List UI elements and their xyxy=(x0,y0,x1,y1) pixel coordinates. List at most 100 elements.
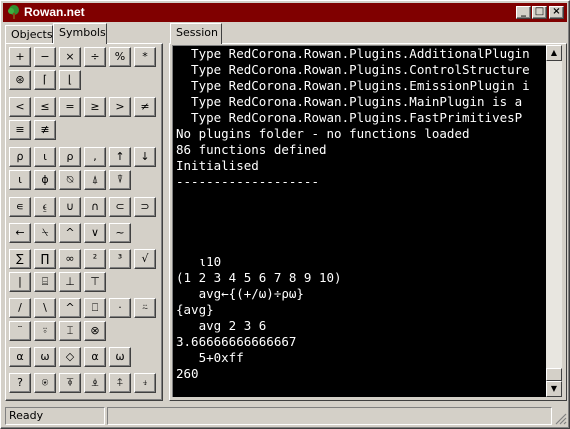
symbol-button[interactable]: ρ xyxy=(59,147,81,167)
tab-symbols[interactable]: Symbols xyxy=(53,23,107,44)
symbol-button[interactable]: ↓ xyxy=(134,147,156,167)
title-bar[interactable]: Rowan.net _ □ × xyxy=(3,3,567,22)
scroll-down-arrow-icon[interactable]: ▼ xyxy=(546,381,562,397)
symbol-button[interactable]: ⊂ xyxy=(109,197,131,217)
symbol-button[interactable]: | xyxy=(9,272,31,292)
symbol-button[interactable]: ← xyxy=(9,223,31,243)
console-line: Type RedCorona.Rowan.Plugins.MainPlugin … xyxy=(176,94,523,109)
symbol-button[interactable]: √ xyxy=(134,249,156,269)
symbol-button[interactable]: + xyxy=(9,47,31,67)
symbol-button[interactable]: ⍎ xyxy=(84,373,106,393)
scroll-up-arrow-icon[interactable]: ▲ xyxy=(546,45,562,61)
symbol-button[interactable]: ⌶ xyxy=(59,321,81,341)
symbol-button[interactable]: ≤ xyxy=(34,97,56,117)
symbol-button[interactable]: ⍕ xyxy=(59,373,81,393)
console-line: {avg} xyxy=(176,302,214,317)
symbol-button[interactable]: ≠ xyxy=(134,97,156,117)
symbol-button[interactable]: ~ xyxy=(109,223,131,243)
symbol-button[interactable]: ⍨ xyxy=(134,298,156,318)
symbol-button[interactable]: ω xyxy=(34,347,56,367)
console-scrollbar[interactable]: ▲ ▼ xyxy=(546,45,562,397)
status-text: Ready xyxy=(5,407,105,425)
symbol-button[interactable]: ↑ xyxy=(109,147,131,167)
symbol-button[interactable]: ⍤ xyxy=(34,321,56,341)
maximize-button[interactable]: □ xyxy=(532,6,547,19)
symbol-button[interactable]: ⍷ xyxy=(34,197,56,217)
close-button[interactable]: × xyxy=(549,6,564,19)
symbol-button[interactable]: α xyxy=(9,347,31,367)
symbol-button[interactable]: ϕ xyxy=(34,170,56,190)
symbol-button[interactable]: ≡ xyxy=(9,120,31,140)
symbol-button[interactable]: ∨ xyxy=(84,223,106,243)
tab-session[interactable]: Session xyxy=(170,23,222,44)
symbol-button[interactable]: ⍟ xyxy=(34,373,56,393)
tab-objects[interactable]: Objects xyxy=(5,25,53,44)
symbol-button[interactable]: ÷ xyxy=(84,47,106,67)
symbol-button[interactable]: ⍳ xyxy=(9,170,31,190)
symbol-button[interactable]: ⊥ xyxy=(59,272,81,292)
symbol-button[interactable]: ∞ xyxy=(59,249,81,269)
console-line: ------------------- xyxy=(176,174,319,189)
symbol-button[interactable]: ⍴ xyxy=(9,147,31,167)
symbol-button[interactable]: ∊ xyxy=(9,197,31,217)
symbol-button[interactable]: > xyxy=(109,97,131,117)
symbol-button[interactable]: ⌈ xyxy=(34,70,56,90)
symbol-button[interactable]: ⍀ xyxy=(34,223,56,243)
symbol-button[interactable]: ∑ xyxy=(9,249,31,269)
symbol-button[interactable]: ¨ xyxy=(9,321,31,341)
symbol-button[interactable]: ⍒ xyxy=(109,170,131,190)
symbol-button[interactable]: % xyxy=(109,47,131,67)
console-line: Type RedCorona.Rowan.Plugins.FastPrimiti… xyxy=(176,110,523,125)
session-console[interactable]: Type RedCorona.Rowan.Plugins.AdditionalP… xyxy=(172,45,546,397)
symbol-button[interactable]: ∪ xyxy=(59,197,81,217)
symbol-button[interactable]: ^ xyxy=(59,223,81,243)
symbol-button[interactable]: < xyxy=(9,97,31,117)
symbol-button[interactable]: ∩ xyxy=(84,197,106,217)
symbol-button[interactable]: ⊤ xyxy=(84,272,106,292)
symbol-button[interactable]: ⍺ xyxy=(84,347,106,367)
symbol-button[interactable]: ⍏ xyxy=(109,373,131,393)
console-line: ι10 xyxy=(176,254,222,269)
status-bar: Ready xyxy=(3,405,567,426)
symbol-button[interactable]: ⍖ xyxy=(134,373,156,393)
symbol-button[interactable]: ◇ xyxy=(59,347,81,367)
symbol-button[interactable]: ? xyxy=(9,373,31,393)
symbol-button[interactable]: ⊃ xyxy=(134,197,156,217)
console-line: 260 xyxy=(176,366,199,381)
symbol-button[interactable]: ^ xyxy=(59,298,81,318)
symbol-button[interactable]: / xyxy=(9,298,31,318)
symbol-button[interactable]: * xyxy=(134,47,156,67)
symbol-button[interactable]: ⍋ xyxy=(84,170,106,190)
minimize-button[interactable]: _ xyxy=(516,6,531,19)
console-line: 5+0xff xyxy=(176,350,244,365)
symbol-button[interactable]: − xyxy=(34,47,56,67)
symbol-button[interactable]: ≢ xyxy=(34,120,56,140)
symbol-button[interactable]: ⌊ xyxy=(59,70,81,90)
symbol-button[interactable]: ⍵ xyxy=(109,347,131,367)
console-line: Initialised xyxy=(176,158,259,173)
symbol-button[interactable]: ⍳ xyxy=(34,147,56,167)
symbol-button[interactable]: , xyxy=(84,147,106,167)
symbol-button[interactable]: ∏ xyxy=(34,249,56,269)
symbol-button[interactable]: × xyxy=(59,47,81,67)
console-line: Type RedCorona.Rowan.Plugins.AdditionalP… xyxy=(176,46,530,61)
symbol-button[interactable]: \ xyxy=(34,298,56,318)
console-line: Type RedCorona.Rowan.Plugins.ControlStru… xyxy=(176,62,530,77)
console-line: (1 2 3 4 5 6 7 8 9 10) xyxy=(176,270,342,285)
symbol-button[interactable]: ⌸ xyxy=(34,272,56,292)
symbol-button[interactable]: · xyxy=(109,298,131,318)
symbol-button[interactable]: = xyxy=(59,97,81,117)
resize-grip-icon[interactable] xyxy=(555,413,567,425)
symbol-button[interactable]: ⍉ xyxy=(59,170,81,190)
console-line: 86 functions defined xyxy=(176,142,327,157)
symbol-button[interactable]: ⎕ xyxy=(84,298,106,318)
scroll-thumb[interactable] xyxy=(546,368,562,381)
symbol-button[interactable]: ⊗ xyxy=(84,321,106,341)
symbol-button[interactable]: ≥ xyxy=(84,97,106,117)
console-line: Type RedCorona.Rowan.Plugins.EmissionPlu… xyxy=(176,78,530,93)
symbol-button[interactable]: ³ xyxy=(109,249,131,269)
symbol-button[interactable]: ² xyxy=(84,249,106,269)
main-window: Rowan.net _ □ × Objects Symbols Session … xyxy=(0,0,570,429)
symbol-button[interactable]: ⊛ xyxy=(9,70,31,90)
console-line: 3.66666666666667 xyxy=(176,334,297,349)
